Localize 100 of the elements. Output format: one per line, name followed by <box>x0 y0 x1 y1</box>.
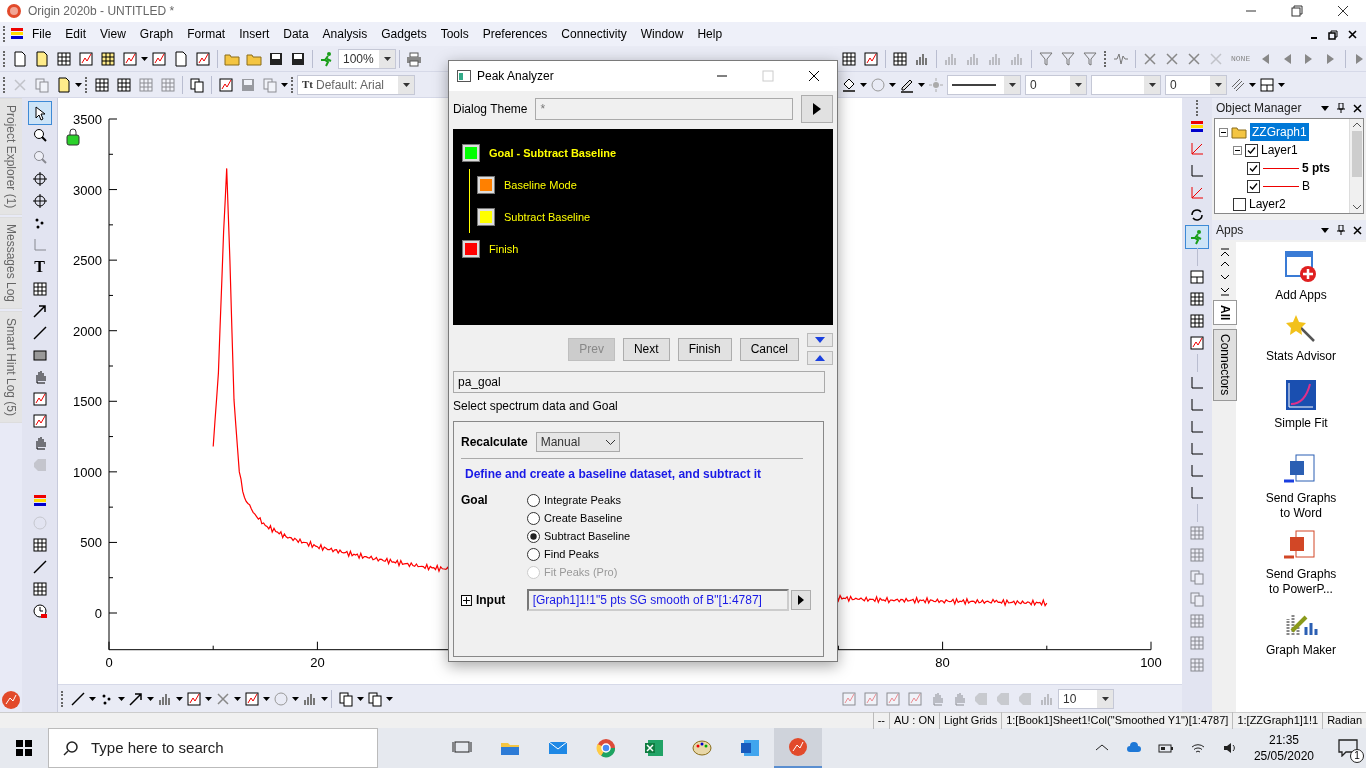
table-icon[interactable] <box>841 50 857 67</box>
caret-icon[interactable] <box>383 56 391 61</box>
table-icon[interactable] <box>1189 291 1205 307</box>
scrollbar[interactable] <box>1349 119 1363 213</box>
close-icon[interactable] <box>1347 28 1358 40</box>
theme-field[interactable]: * <box>535 98 793 120</box>
line-icon[interactable] <box>31 559 48 575</box>
table-icon[interactable] <box>94 76 110 93</box>
option-label[interactable]: Integrate Peaks <box>544 491 622 509</box>
size-dropdown[interactable]: 10 <box>1058 688 1114 709</box>
radio-button[interactable] <box>527 529 540 543</box>
page-icon[interactable] <box>34 50 50 67</box>
menu-item[interactable]: Gadgets <box>374 25 434 43</box>
axes-icon[interactable] <box>1189 463 1205 479</box>
caret-icon[interactable] <box>1321 227 1329 233</box>
tree-item[interactable]: ZZGraph1 <box>1250 123 1309 141</box>
spreadsheet-icon[interactable] <box>644 738 664 758</box>
input-field[interactable]: [Graph1]1!1"5 pts SG smooth of B"[1:4787] <box>526 589 790 611</box>
radio-button[interactable] <box>527 511 540 525</box>
tree-item[interactable]: B <box>1302 177 1310 195</box>
table-icon[interactable] <box>1189 313 1205 329</box>
rectangle-icon[interactable] <box>31 347 48 363</box>
option-label[interactable]: Find Peaks <box>544 545 600 563</box>
add-apps-icon[interactable] <box>1284 250 1318 284</box>
option-label[interactable]: Subtract Baseline <box>544 527 631 545</box>
checkbox[interactable] <box>1247 179 1260 193</box>
menu-item[interactable]: Edit <box>58 25 94 43</box>
caret-icon[interactable] <box>1101 696 1109 701</box>
crosshair-icon[interactable] <box>31 171 48 187</box>
wizard-button[interactable]: Finish <box>677 337 732 361</box>
close-icon[interactable] <box>1335 3 1351 19</box>
app-label[interactable]: Stats Advisor <box>1266 349 1336 364</box>
tab[interactable]: Connectors <box>1213 329 1237 401</box>
app-label[interactable]: Simple Fit <box>1274 416 1328 431</box>
filter-icon[interactable] <box>1060 50 1076 67</box>
page-name-field[interactable]: pa_goal <box>453 371 825 393</box>
caret-icon[interactable] <box>118 696 125 701</box>
side-tab[interactable]: Messages Log <box>0 217 23 310</box>
checkbox[interactable] <box>1245 143 1258 157</box>
collapse-icon[interactable] <box>1233 145 1242 155</box>
radio-button[interactable] <box>527 547 540 561</box>
chart-icon[interactable] <box>78 50 94 67</box>
caret-icon[interactable] <box>1249 82 1256 87</box>
tree-item[interactable]: Layer2 <box>1249 195 1286 213</box>
hatch-icon[interactable] <box>1230 76 1246 93</box>
axes-icon[interactable] <box>1189 141 1205 157</box>
notification-icon[interactable] <box>1338 739 1358 757</box>
menu-item[interactable]: Window <box>633 25 691 43</box>
page-icon[interactable] <box>56 76 72 93</box>
checkbox[interactable] <box>1247 161 1260 175</box>
arrow-button[interactable] <box>791 590 811 610</box>
text-tool[interactable]: T <box>34 255 45 279</box>
chart-icon[interactable] <box>122 50 138 67</box>
caret-icon[interactable] <box>292 696 299 701</box>
axes-icon[interactable] <box>1189 419 1205 435</box>
axes-icon[interactable] <box>1189 163 1205 179</box>
menu-item[interactable]: Help <box>690 25 730 43</box>
search-field[interactable]: Type here to search <box>48 728 378 768</box>
windows-icon[interactable] <box>16 740 32 756</box>
cross-icon[interactable] <box>1142 50 1158 67</box>
arrow-icon[interactable] <box>128 690 144 707</box>
close-icon[interactable] <box>806 68 822 84</box>
chart-icon[interactable] <box>186 690 202 707</box>
caret-icon[interactable] <box>205 696 212 701</box>
caret-icon[interactable] <box>234 696 241 701</box>
caret-icon[interactable] <box>1214 82 1222 87</box>
cross-icon[interactable] <box>1164 50 1180 67</box>
collapse-icon[interactable] <box>1219 127 1228 137</box>
menu-item[interactable]: Tools <box>433 25 476 43</box>
caret-icon[interactable] <box>860 82 867 87</box>
printer-icon[interactable] <box>406 50 422 67</box>
axes-icon[interactable] <box>1189 375 1205 391</box>
option-label[interactable]: Create Baseline <box>544 509 623 527</box>
caret-icon[interactable] <box>176 696 183 701</box>
filter-icon[interactable] <box>1038 50 1054 67</box>
palette-icon[interactable] <box>692 738 712 758</box>
page-icon[interactable] <box>173 50 189 67</box>
arrow-button[interactable] <box>801 95 833 123</box>
menu-item[interactable]: Data <box>276 25 316 43</box>
clock-time[interactable]: 21:35 <box>1268 732 1299 748</box>
scroll-up-icon[interactable] <box>1352 122 1361 127</box>
table-icon[interactable] <box>31 537 48 553</box>
wizard-button[interactable]: Next <box>622 337 670 361</box>
axes-icon[interactable] <box>1189 397 1205 413</box>
search-input[interactable]: Type here to search <box>89 735 369 761</box>
chart-icon[interactable] <box>244 690 260 707</box>
refresh-icon[interactable] <box>1189 207 1205 223</box>
line-icon[interactable] <box>31 325 48 341</box>
menu-item[interactable]: Format <box>180 25 233 43</box>
side-tab[interactable]: Smart Hint Log (5) <box>0 311 23 424</box>
zoom-dropdown[interactable]: 100% <box>338 48 396 69</box>
clock-icon[interactable] <box>31 603 48 619</box>
wizard-button[interactable]: Cancel <box>739 337 799 361</box>
color-dropdown[interactable] <box>1091 74 1161 95</box>
curve-fit-icon[interactable] <box>1284 378 1318 412</box>
caret-icon[interactable] <box>1074 82 1082 87</box>
close-icon[interactable] <box>1353 103 1362 113</box>
table-icon[interactable] <box>116 76 132 93</box>
step-label[interactable]: Finish <box>489 240 519 258</box>
app-label[interactable]: Send Graphs to PowerP... <box>1260 567 1342 597</box>
